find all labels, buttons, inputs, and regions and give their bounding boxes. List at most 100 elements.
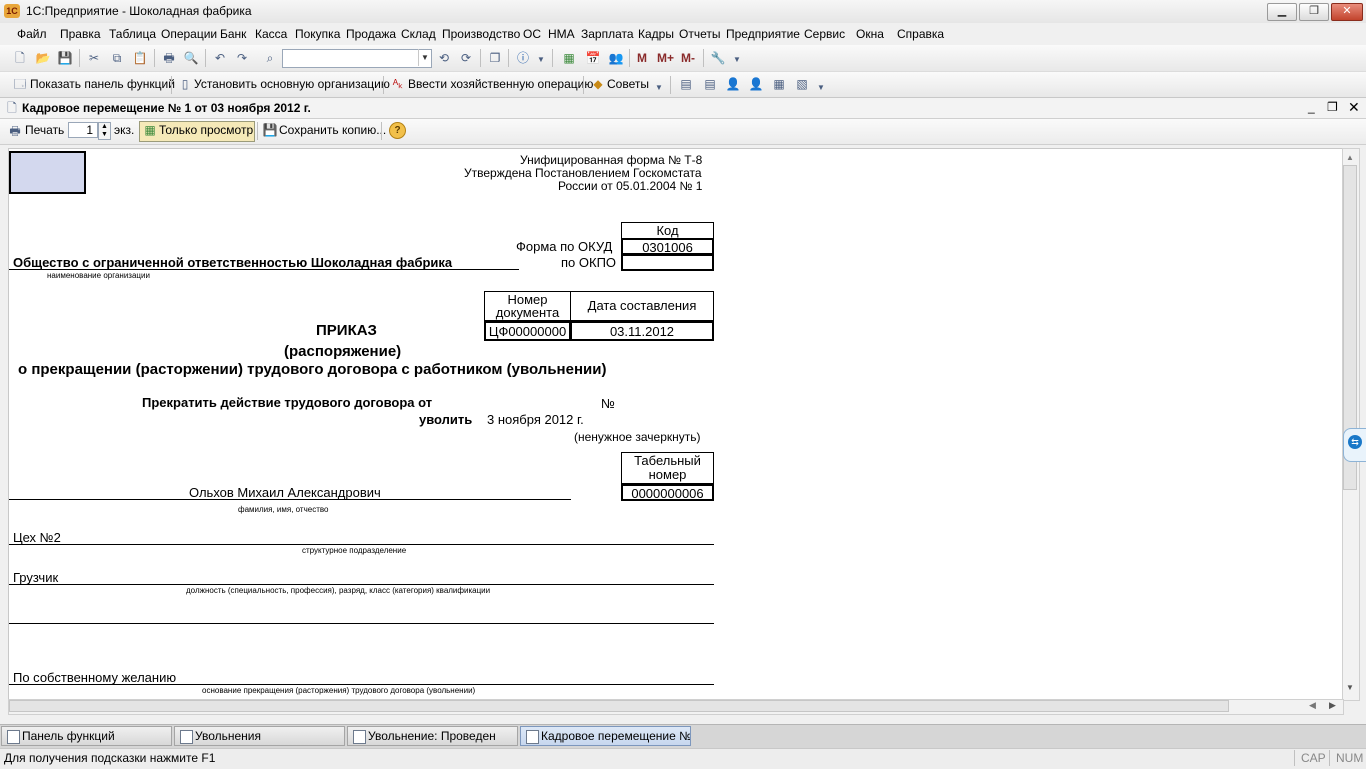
approved-line-2: России от 05.01.2004 № 1 — [558, 179, 703, 193]
calendar-icon[interactable]: 📅 — [585, 50, 601, 66]
search-input[interactable] — [282, 49, 432, 68]
copies-input[interactable]: 1 — [68, 122, 98, 138]
help-icon[interactable]: ? — [389, 122, 406, 139]
menu-windows[interactable]: Окна — [856, 27, 884, 41]
menu-purchase[interactable]: Покупка — [295, 27, 340, 41]
doc-close-button[interactable]: ✕ — [1348, 99, 1360, 116]
save-copy-button[interactable]: Сохранить копию... — [279, 123, 386, 137]
save-icon[interactable]: 💾 — [57, 50, 73, 66]
task-dismissals[interactable]: Увольнения — [174, 726, 345, 746]
menu-table[interactable]: Таблица — [109, 27, 156, 41]
print-icon[interactable]: 🖶 — [161, 50, 177, 66]
memory-plus-button[interactable]: M+ — [657, 51, 674, 65]
report-icon[interactable]: ▦ — [771, 76, 787, 92]
horizontal-scroll-thumb[interactable] — [9, 700, 1229, 712]
redo-icon[interactable]: ↷ — [234, 50, 250, 66]
menu-reports[interactable]: Отчеты — [679, 27, 720, 41]
terminate-label: Прекратить действие трудового договора о… — [142, 395, 433, 410]
reason-value: По собственному желанию — [13, 670, 177, 685]
new-document-icon[interactable]: 🗋 — [12, 50, 28, 66]
scroll-left-icon[interactable]: ◀ — [1309, 700, 1316, 711]
menu-fixed-assets[interactable]: ОС — [523, 27, 541, 41]
menu-cash[interactable]: Касса — [255, 27, 287, 41]
task-personnel-transfer[interactable]: Кадровое перемещение №... — [520, 726, 691, 746]
open-folder-icon[interactable]: 📂 — [35, 50, 51, 66]
organization-icon: ▯ — [181, 77, 189, 91]
menu-edit[interactable]: Правка — [60, 27, 101, 41]
tools-icon[interactable]: 🔧 — [710, 50, 726, 66]
menu-production[interactable]: Производство — [442, 27, 520, 41]
menu-personnel[interactable]: Кадры — [638, 27, 674, 41]
employee-underline — [9, 499, 571, 500]
memory-button[interactable]: M — [637, 51, 647, 65]
cut-icon[interactable]: ✂ — [86, 50, 102, 66]
horizontal-scrollbar[interactable]: ◀ ▶ — [8, 699, 1344, 715]
employees-icon[interactable]: 👤 — [748, 76, 764, 92]
print-button[interactable]: Печать — [25, 123, 64, 137]
remote-assist-icon[interactable]: ⇆ — [1348, 435, 1362, 449]
document-icon: 🗋 — [7, 101, 17, 115]
scroll-down-icon[interactable]: ▼ — [1346, 683, 1354, 692]
find-prev-icon[interactable]: ⟳ — [458, 50, 474, 66]
search-dropdown-arrow[interactable]: ▼ — [418, 49, 431, 66]
tools-dropdown-icon[interactable]: ▼ — [729, 52, 745, 68]
toolbar-separator — [583, 76, 584, 94]
menu-bank[interactable]: Банк — [220, 27, 246, 41]
menu-operations[interactable]: Операции — [161, 27, 217, 41]
order-description: о прекращении (расторжении) трудового до… — [18, 361, 607, 378]
task-label: Панель функций — [22, 729, 115, 743]
info-dropdown-icon[interactable]: ▼ — [533, 52, 549, 68]
find-next-icon[interactable]: ⟲ — [436, 50, 452, 66]
menu-salary[interactable]: Зарплата — [581, 27, 634, 41]
vertical-scrollbar[interactable]: ▲ ▼ — [1342, 148, 1360, 701]
show-function-panel-button[interactable]: Показать панель функций — [30, 77, 175, 91]
list-icon — [180, 730, 193, 744]
order-title: ПРИКАЗ — [316, 322, 377, 339]
info-icon[interactable]: ⓘ — [515, 50, 531, 66]
employees-icon[interactable]: 👤 — [725, 76, 741, 92]
task-label: Увольнение: Проведен — [368, 729, 496, 743]
toolbar-separator — [205, 49, 206, 67]
minimize-button[interactable]: ▁ — [1267, 3, 1297, 21]
menu-sales[interactable]: Продажа — [346, 27, 396, 41]
okud-label: Форма по ОКУД — [516, 239, 613, 254]
set-main-organization-button[interactable]: Установить основную организацию — [194, 77, 390, 91]
reference-icon[interactable]: ▤ — [702, 76, 718, 92]
doc-minimize-button[interactable]: _ — [1308, 100, 1315, 114]
windows-icon[interactable]: ❐ — [487, 50, 503, 66]
more-dropdown-icon[interactable]: ▼ — [813, 80, 829, 96]
task-dismissal-posted[interactable]: Увольнение: Проведен — [347, 726, 518, 746]
task-label: Кадровое перемещение №... — [541, 729, 691, 743]
tips-button[interactable]: Советы — [607, 77, 649, 91]
paste-icon[interactable]: 📋 — [132, 50, 148, 66]
tabnum-header: Табельный номер — [621, 452, 714, 484]
menu-service[interactable]: Сервис — [804, 27, 845, 41]
reference-icon[interactable]: ▤ — [678, 76, 694, 92]
menu-warehouse[interactable]: Склад — [401, 27, 436, 41]
close-button[interactable]: ✕ — [1331, 3, 1363, 21]
undo-icon[interactable]: ↶ — [212, 50, 228, 66]
search-icon: ⌕ — [266, 51, 274, 65]
menu-intangible[interactable]: НМА — [548, 27, 575, 41]
copies-spinner[interactable]: ▲ ▼ — [98, 122, 111, 140]
users-icon[interactable]: 👥 — [608, 50, 624, 66]
toolbar-separator — [480, 49, 481, 67]
memory-minus-button[interactable]: M- — [681, 51, 695, 65]
menu-enterprise[interactable]: Предприятие — [726, 27, 800, 41]
dismiss-date: 3 ноября 2012 г. — [487, 412, 584, 427]
approved-line-1: Утверждена Постановлением Госкомстата — [464, 166, 702, 180]
maximize-button[interactable]: ❐ — [1299, 3, 1329, 21]
scroll-up-icon[interactable]: ▲ — [1346, 153, 1354, 162]
enter-operation-button[interactable]: Ввести хозяйственную операцию — [408, 77, 593, 91]
calculator-icon[interactable]: ▦ — [561, 50, 577, 66]
journal-icon[interactable]: ▧ — [794, 76, 810, 92]
scroll-right-icon[interactable]: ▶ — [1329, 700, 1336, 711]
menu-help[interactable]: Справка — [897, 27, 944, 41]
print-preview-icon[interactable]: 🔍 — [183, 50, 199, 66]
doc-restore-button[interactable]: ❐ — [1327, 100, 1338, 114]
position-caption: должность (специальность, профессия), ра… — [186, 586, 491, 595]
copy-icon[interactable]: ⧉ — [109, 50, 125, 66]
menu-file[interactable]: Файл — [17, 27, 47, 41]
tips-dropdown-icon[interactable]: ▼ — [651, 80, 667, 96]
task-function-panel[interactable]: Панель функций — [1, 726, 172, 746]
